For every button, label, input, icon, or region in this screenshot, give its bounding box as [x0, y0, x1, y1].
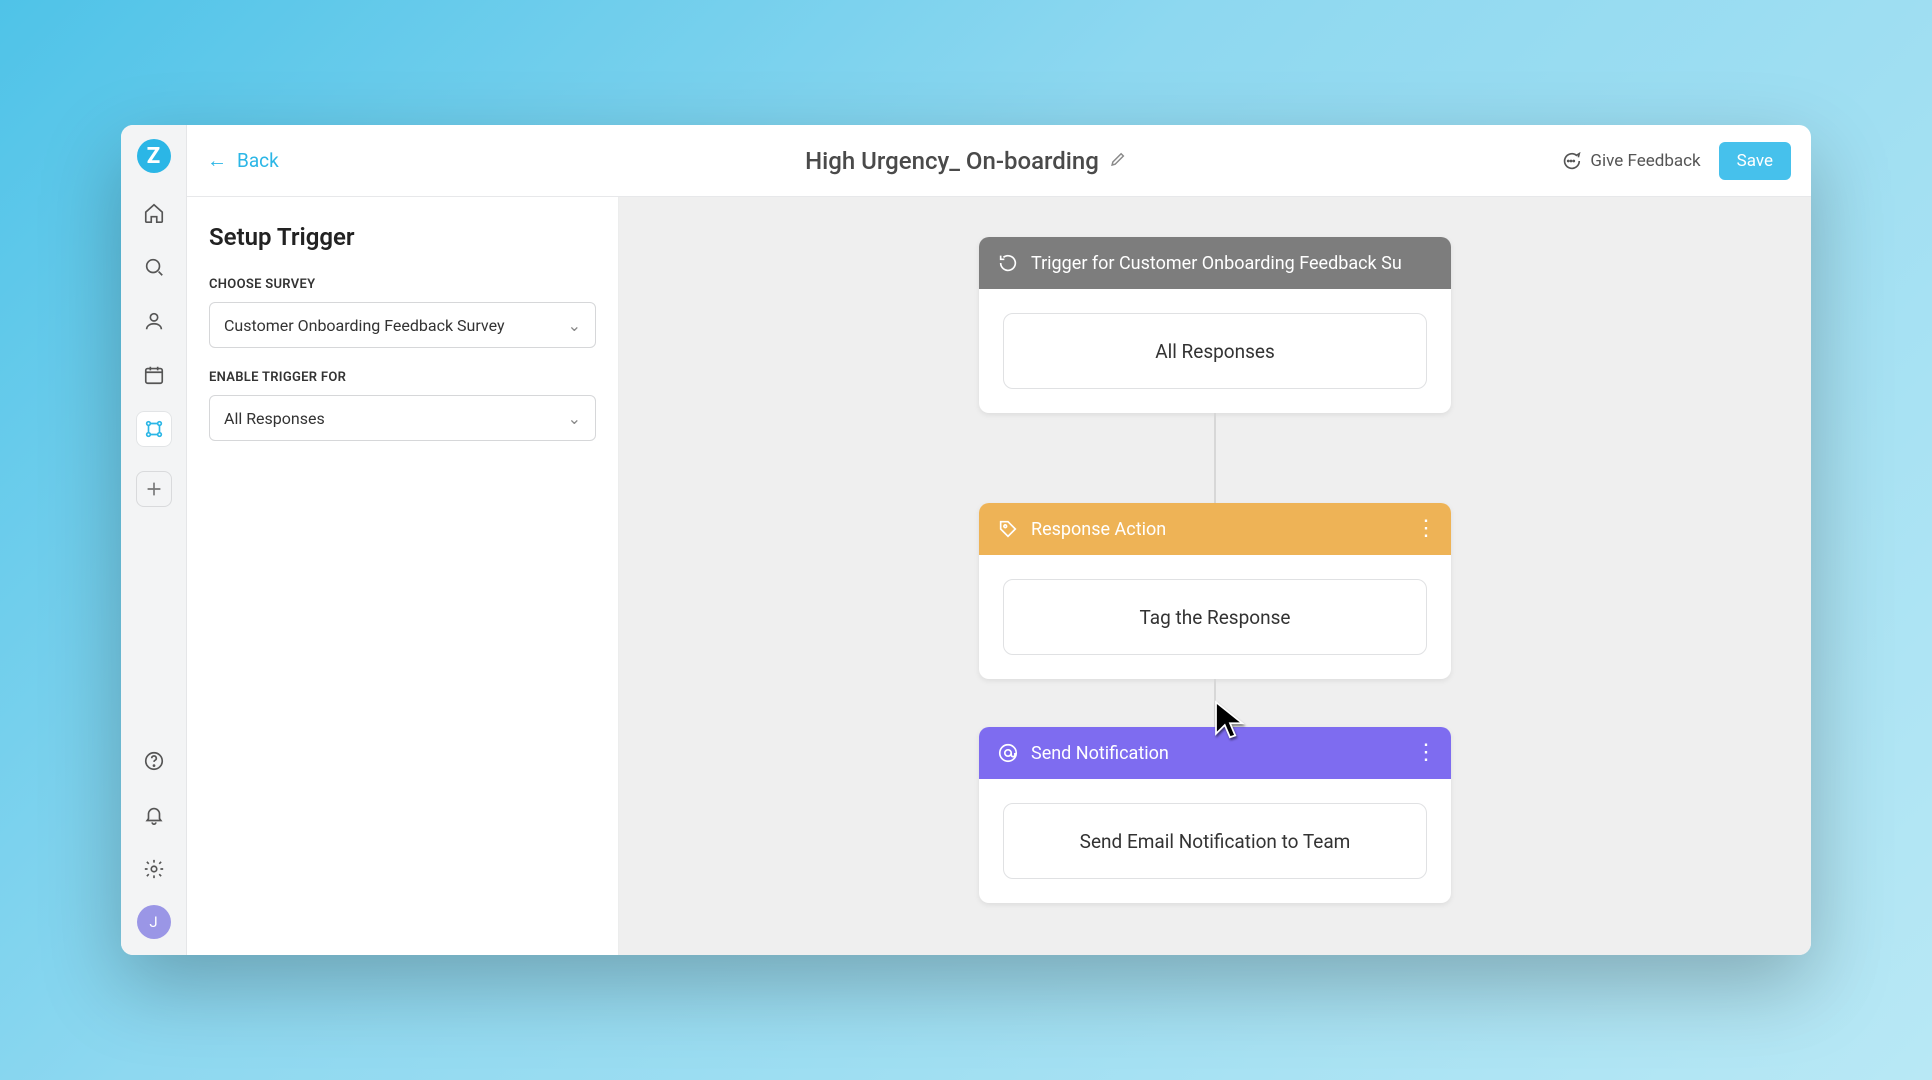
nav-calendar[interactable]	[136, 357, 172, 393]
notification-pill[interactable]: Send Email Notification to Team	[1003, 803, 1427, 879]
rail-top-group	[136, 195, 172, 507]
give-feedback-button[interactable]: Give Feedback	[1560, 150, 1700, 172]
workflow-canvas[interactable]: Trigger for Customer Onboarding Feedback…	[619, 197, 1811, 955]
gear-icon	[143, 858, 165, 880]
notification-node-body: Send Email Notification to Team	[979, 779, 1451, 903]
home-icon	[143, 202, 165, 224]
bell-icon	[143, 804, 165, 826]
nav-settings[interactable]	[136, 851, 172, 887]
body: Setup Trigger CHOOSE SURVEY Customer Onb…	[187, 197, 1811, 955]
notification-node-menu[interactable]: ⋮	[1415, 742, 1437, 764]
action-node-title: Response Action	[1031, 519, 1433, 540]
rail-bottom-group: J	[136, 743, 172, 955]
action-pill[interactable]: Tag the Response	[1003, 579, 1427, 655]
action-node-menu[interactable]: ⋮	[1415, 518, 1437, 540]
pencil-icon	[1109, 150, 1127, 168]
topbar: ← Back High Urgency_ On-boarding Give Fe…	[187, 125, 1811, 197]
nav-people[interactable]	[136, 303, 172, 339]
connector-line	[1214, 679, 1216, 727]
trigger-icon	[997, 252, 1019, 274]
trigger-condition-pill[interactable]: All Responses	[1003, 313, 1427, 389]
feedback-icon	[1560, 150, 1582, 172]
chat-search-icon	[143, 256, 165, 278]
save-button[interactable]: Save	[1719, 142, 1791, 180]
trigger-node-body: All Responses	[979, 289, 1451, 413]
setup-panel: Setup Trigger CHOOSE SURVEY Customer Onb…	[187, 197, 619, 955]
app-window: Z	[121, 125, 1811, 955]
notification-node-title: Send Notification	[1031, 743, 1433, 764]
give-feedback-label: Give Feedback	[1590, 151, 1700, 171]
calendar-icon	[143, 364, 165, 386]
edit-title-button[interactable]	[1109, 150, 1127, 172]
panel-heading: Setup Trigger	[209, 223, 596, 251]
person-icon	[143, 310, 165, 332]
enable-trigger-select[interactable]: All Responses ⌄	[209, 395, 596, 441]
action-node-body: Tag the Response	[979, 555, 1451, 679]
enable-trigger-value: All Responses	[224, 409, 325, 428]
plus-icon	[143, 478, 165, 500]
back-button[interactable]: ← Back	[207, 148, 279, 173]
nav-workflows[interactable]	[136, 411, 172, 447]
trigger-node[interactable]: Trigger for Customer Onboarding Feedback…	[979, 237, 1451, 413]
trigger-node-title: Trigger for Customer Onboarding Feedback…	[1031, 253, 1433, 274]
nav-add[interactable]	[136, 471, 172, 507]
title-wrap: High Urgency_ On-boarding	[805, 147, 1127, 175]
trigger-node-header: Trigger for Customer Onboarding Feedback…	[979, 237, 1451, 289]
nav-chat[interactable]	[136, 249, 172, 285]
main-column: ← Back High Urgency_ On-boarding Give Fe…	[187, 125, 1811, 955]
nav-home[interactable]	[136, 195, 172, 231]
brand-logo[interactable]: Z	[137, 139, 171, 173]
enable-trigger-label: ENABLE TRIGGER FOR	[209, 370, 596, 385]
user-avatar[interactable]: J	[137, 905, 171, 939]
choose-survey-label: CHOOSE SURVEY	[209, 277, 596, 292]
choose-survey-select[interactable]: Customer Onboarding Feedback Survey ⌄	[209, 302, 596, 348]
page-title: High Urgency_ On-boarding	[805, 147, 1099, 175]
at-icon	[997, 742, 1019, 764]
notification-node[interactable]: Send Notification ⋮ Send Email Notificat…	[979, 727, 1451, 903]
nav-help[interactable]	[136, 743, 172, 779]
back-label: Back	[237, 149, 279, 172]
choose-survey-value: Customer Onboarding Feedback Survey	[224, 316, 505, 335]
action-node[interactable]: Response Action ⋮ Tag the Response	[979, 503, 1451, 679]
connector-line	[1214, 413, 1216, 503]
nav-rail: Z	[121, 125, 187, 955]
nav-notifications[interactable]	[136, 797, 172, 833]
tag-icon	[997, 518, 1019, 540]
action-node-header: Response Action ⋮	[979, 503, 1451, 555]
notification-node-header: Send Notification ⋮	[979, 727, 1451, 779]
topbar-right: Give Feedback Save	[1560, 142, 1791, 180]
help-icon	[143, 750, 165, 772]
workflow-icon	[143, 418, 165, 440]
chevron-down-icon: ⌄	[568, 409, 581, 428]
chevron-down-icon: ⌄	[568, 316, 581, 335]
arrow-left-icon: ←	[207, 148, 227, 173]
